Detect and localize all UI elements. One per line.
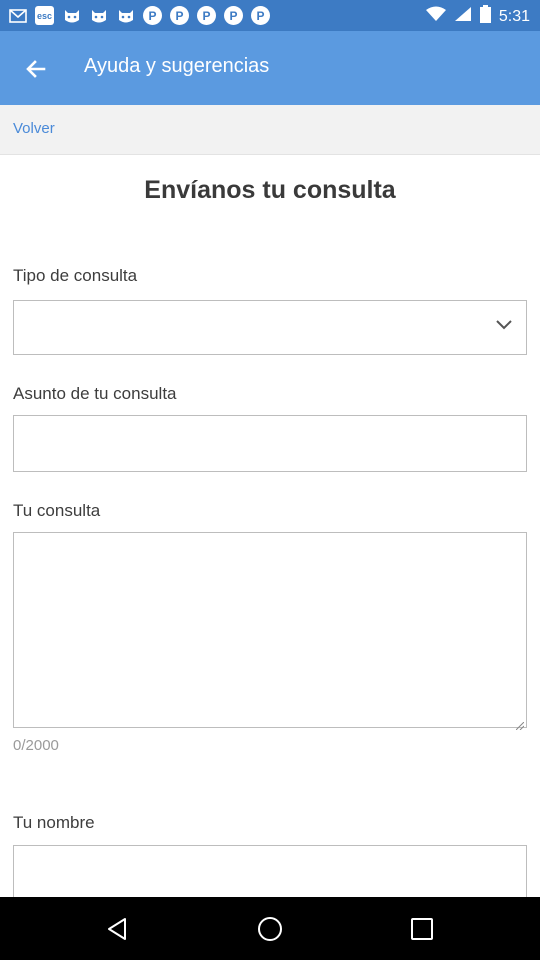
nombre-label: Tu nombre <box>13 813 95 832</box>
char-counter: 0/2000 <box>13 737 59 754</box>
volver-link[interactable]: Volver <box>13 120 55 137</box>
consulta-textarea[interactable] <box>13 532 527 731</box>
mail-icon <box>8 6 27 25</box>
pinterest-icon: P <box>224 6 243 25</box>
battery-icon <box>479 5 491 28</box>
app-title: Ayuda y sugerencias <box>84 55 270 77</box>
pinterest-icon: P <box>170 6 189 25</box>
pinterest-icon: P <box>197 6 216 25</box>
consulta-label: Tu consulta <box>13 501 101 520</box>
cat-icon <box>62 6 81 25</box>
home-nav-icon[interactable] <box>255 914 285 944</box>
asunto-label: Asunto de tu consulta <box>13 384 177 403</box>
pinterest-icon: P <box>251 6 270 25</box>
page-title: Envíanos tu consulta <box>144 176 396 204</box>
asunto-input[interactable] <box>13 415 527 472</box>
recents-nav-icon[interactable] <box>407 914 437 944</box>
esc-app-icon: esc <box>35 6 54 25</box>
nombre-input[interactable] <box>13 845 527 905</box>
back-nav-icon[interactable] <box>103 914 133 944</box>
status-time: 5:31 <box>498 7 530 25</box>
app-bar: Ayuda y sugerencias <box>0 31 540 105</box>
chevron-down-icon <box>494 318 514 332</box>
resize-grip-icon[interactable] <box>515 717 525 731</box>
tipo-consulta-select[interactable] <box>13 300 527 355</box>
pinterest-icon: P <box>143 6 162 25</box>
tipo-consulta-label: Tipo de consulta <box>13 266 138 285</box>
status-bar: esc P P P P P 5:31 <box>0 0 540 31</box>
navigation-bar <box>0 897 540 960</box>
breadcrumb: Volver <box>0 105 540 155</box>
back-arrow-icon[interactable] <box>22 55 50 83</box>
system-icons: 5:31 <box>425 5 530 28</box>
cat-icon <box>89 6 108 25</box>
wifi-icon <box>425 6 446 27</box>
signal-icon <box>454 6 472 27</box>
cat-icon <box>116 6 135 25</box>
notification-icons: esc P P P P P <box>8 6 270 25</box>
